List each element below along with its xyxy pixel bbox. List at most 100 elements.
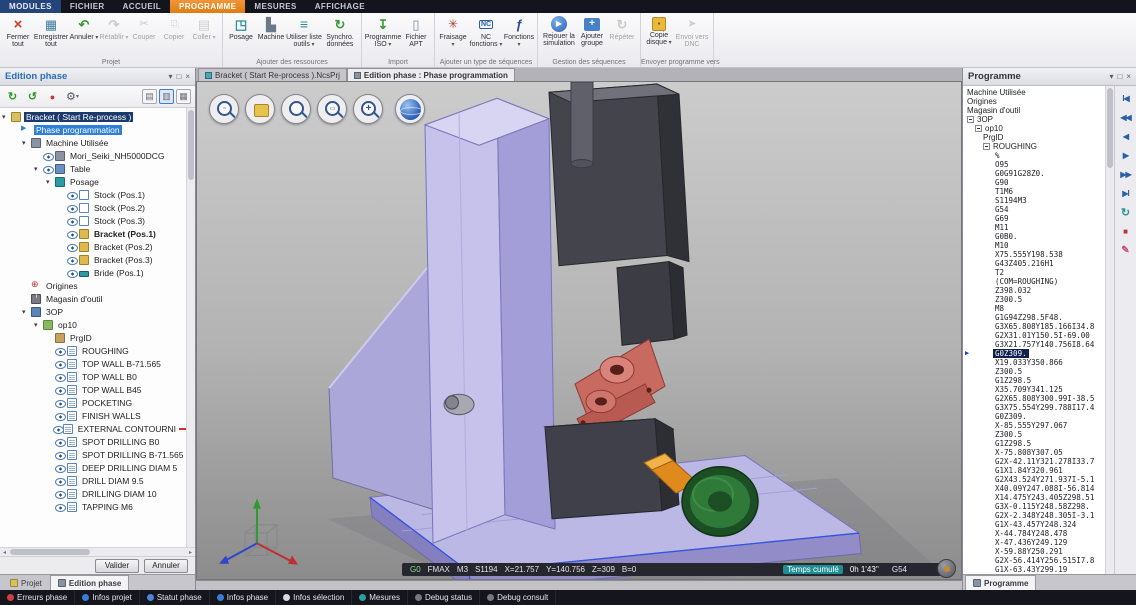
- expander-icon[interactable]: [34, 165, 43, 173]
- ribbon-button[interactable]: Programme ISO: [365, 15, 401, 55]
- programme-tree-item[interactable]: ROUGHING: [963, 142, 1105, 151]
- tree-item[interactable]: Bracket (Pos.3): [0, 253, 195, 266]
- visibility-eye-icon[interactable]: [55, 437, 66, 447]
- programme-tree-item[interactable]: 3OP: [963, 115, 1105, 124]
- tree-item[interactable]: Stock (Pos.2): [0, 201, 195, 214]
- panel-control-icon[interactable]: ▾: [1109, 72, 1113, 81]
- document-tab[interactable]: Bracket ( Start Re-process ).NcsPrj: [198, 68, 347, 81]
- capture-icon[interactable]: [937, 559, 956, 578]
- scroll-right-icon[interactable]: ▸: [186, 549, 195, 556]
- tree-item[interactable]: DRILL DIAM 9.5: [0, 474, 195, 487]
- record-macro-icon[interactable]: [44, 89, 61, 105]
- visibility-eye-icon[interactable]: [55, 385, 66, 395]
- validate-button[interactable]: Valider: [95, 559, 139, 573]
- visibility-eye-icon[interactable]: [43, 151, 54, 161]
- ribbon-button[interactable]: Répéter: [607, 15, 637, 55]
- cancel-button[interactable]: Annuler: [144, 559, 188, 573]
- visibility-eye-icon[interactable]: [55, 476, 66, 486]
- visibility-eye-icon[interactable]: [67, 255, 78, 265]
- tree-item[interactable]: op10: [0, 318, 195, 331]
- gcode-line[interactable]: G2X-42.11Y321.278I33.7: [963, 457, 1105, 466]
- gcode-line[interactable]: G1X-43.457Y248.324: [963, 520, 1105, 529]
- status-bar-item[interactable]: Infos phase: [210, 590, 276, 605]
- expander-minus-icon[interactable]: [967, 116, 974, 123]
- visibility-eye-icon[interactable]: [55, 450, 66, 460]
- tree-item[interactable]: Bride (Pos.1): [0, 266, 195, 279]
- ribbon-button[interactable]: Ajouter groupe: [577, 15, 607, 55]
- status-bar-item[interactable]: Debug consult: [480, 590, 556, 605]
- status-bar-item[interactable]: Mesures: [352, 590, 408, 605]
- programme-tree-item[interactable]: Machine Utilisée: [963, 88, 1105, 97]
- gcode-line[interactable]: G0B0.: [963, 232, 1105, 241]
- settings-gear-icon[interactable]: [64, 89, 81, 105]
- visibility-eye-icon[interactable]: [55, 372, 66, 382]
- tree-item[interactable]: TOP WALL B-71.565: [0, 357, 195, 370]
- spindle-cylinder[interactable]: [571, 82, 593, 168]
- ribbon-button[interactable]: NC fonctions: [468, 15, 504, 55]
- view-compact-icon[interactable]: [159, 89, 174, 104]
- document-tab[interactable]: Edition phase : Phase programmation: [347, 68, 515, 81]
- gcode-line[interactable]: (COM=ROUGHING): [963, 277, 1105, 286]
- menu-tab[interactable]: PROGRAMME: [170, 0, 245, 13]
- expander-minus-icon[interactable]: [983, 143, 990, 150]
- tree-item[interactable]: Bracket (Pos.1): [0, 227, 195, 240]
- programme-tree-item[interactable]: PrgID: [963, 133, 1105, 142]
- forward-icon[interactable]: [1117, 166, 1135, 183]
- tree-item[interactable]: Posage: [0, 175, 195, 188]
- tree-item[interactable]: Origines: [0, 279, 195, 292]
- gcode-line[interactable]: G1Z298.5: [963, 376, 1105, 385]
- panel-control-icon[interactable]: □: [1117, 72, 1122, 81]
- forward-end-icon[interactable]: [1117, 185, 1135, 202]
- viewport-3d-canvas[interactable]: G0FMAXM3S1194 X=21.757Y=140.756Z=309B=0 …: [196, 81, 962, 580]
- status-bar-item[interactable]: Erreurs phase: [0, 590, 75, 605]
- play-icon[interactable]: [1117, 147, 1135, 164]
- visibility-eye-icon[interactable]: [67, 190, 78, 200]
- gcode-line[interactable]: O95: [963, 160, 1105, 169]
- gcode-line[interactable]: X75.555Y198.538: [963, 250, 1105, 259]
- ribbon-button[interactable]: Posage: [226, 15, 256, 55]
- visibility-eye-icon[interactable]: [67, 203, 78, 213]
- view-detailed-icon[interactable]: [176, 89, 191, 104]
- tree-item[interactable]: Bracket ( Start Re-process ): [0, 110, 195, 123]
- gcode-line[interactable]: G2X43.524Y271.937I-5.1: [963, 475, 1105, 484]
- tree-item[interactable]: POCKETING: [0, 396, 195, 409]
- tree-item[interactable]: FINISH WALLS: [0, 409, 195, 422]
- scrollbar-thumb[interactable]: [1107, 88, 1113, 168]
- rebuild-icon[interactable]: [24, 89, 41, 105]
- ribbon-button[interactable]: Coller: [189, 15, 219, 55]
- tree-item[interactable]: Table: [0, 162, 195, 175]
- expander-icon[interactable]: [22, 308, 31, 316]
- tree-item[interactable]: SPOT DRILLING B0: [0, 435, 195, 448]
- ribbon-button[interactable]: Utiliser liste outils: [286, 15, 322, 55]
- rewind-start-icon[interactable]: [1117, 90, 1135, 107]
- gcode-line[interactable]: Z300.5: [963, 295, 1105, 304]
- menu-tab[interactable]: ACCUEIL: [114, 0, 170, 13]
- gcode-line[interactable]: X14.475Y243.405Z298.51: [963, 493, 1105, 502]
- gcode-line[interactable]: G3X65.808Y185.166I34.8: [963, 322, 1105, 331]
- tree-item[interactable]: 3OP: [0, 305, 195, 318]
- ribbon-button[interactable]: Copie disque: [644, 15, 674, 55]
- ribbon-button[interactable]: Fermer tout: [3, 15, 33, 55]
- visibility-eye-icon[interactable]: [55, 502, 66, 512]
- tree-item[interactable]: Mori_Seiki_NH5000DCG: [0, 149, 195, 162]
- gcode-line[interactable]: G1X-63.43Y299.19: [963, 565, 1105, 574]
- tree-vertical-scrollbar[interactable]: [186, 108, 195, 547]
- refresh-phase-icon[interactable]: [4, 89, 21, 105]
- tombstone-block[interactable]: [549, 84, 689, 266]
- programme-tree-item[interactable]: Magasin d'outil: [963, 106, 1105, 115]
- gcode-line[interactable]: G1X1.84Y320.961: [963, 466, 1105, 475]
- gcode-line[interactable]: X-75.808Y307.05: [963, 448, 1105, 457]
- gcode-line[interactable]: G2X-2.348Y248.305I-3.1: [963, 511, 1105, 520]
- ribbon-button[interactable]: Machine: [256, 15, 286, 55]
- step-back-icon[interactable]: [1117, 128, 1135, 145]
- panel-tab[interactable]: Programme: [965, 575, 1036, 590]
- viewport-3d-scene[interactable]: [197, 82, 961, 579]
- view-tool-button[interactable]: [317, 94, 347, 124]
- mid-block[interactable]: [617, 262, 687, 346]
- ribbon-button[interactable]: Envoi vers DNC: [674, 15, 710, 55]
- gcode-line[interactable]: G54: [963, 205, 1105, 214]
- ribbon-button[interactable]: Fichier APT: [401, 15, 431, 55]
- programme-tree-item[interactable]: op10: [963, 124, 1105, 133]
- gcode-line[interactable]: X-47.436Y249.129: [963, 538, 1105, 547]
- tree-item[interactable]: Magasin d'outil: [0, 292, 195, 305]
